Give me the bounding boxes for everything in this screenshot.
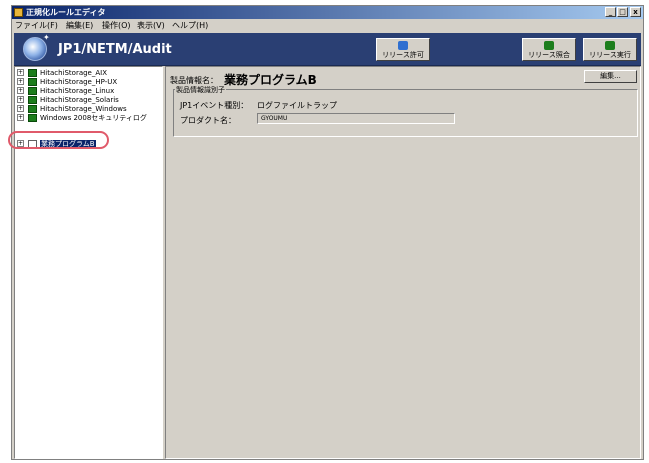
release-permit-icon xyxy=(398,41,408,50)
minimize-button[interactable]: _ xyxy=(605,7,616,17)
expand-icon[interactable]: + xyxy=(17,78,24,85)
header-banner: ✦ JP1/NETM/Audit リリース許可 リリース照合 リリース実行 xyxy=(14,33,641,66)
product-icon xyxy=(28,114,37,122)
expand-icon[interactable]: + xyxy=(17,69,24,76)
selection-highlight xyxy=(8,131,109,149)
expand-icon[interactable]: + xyxy=(17,105,24,112)
title-bar[interactable]: 正規化ルールエディタ _ □ x xyxy=(12,6,643,19)
release-permit-button[interactable]: リリース許可 xyxy=(376,38,430,61)
maximize-button[interactable]: □ xyxy=(617,7,628,17)
expand-icon[interactable]: + xyxy=(17,87,24,94)
close-button[interactable]: x xyxy=(630,7,641,17)
sparkle-icon: ✦ xyxy=(43,33,50,42)
menu-bar: ファイル(F) 編集(E) 操作(O) 表示(V) ヘルプ(H) xyxy=(12,19,643,32)
event-type-value: ログファイルトラップ xyxy=(257,101,337,110)
product-icon xyxy=(28,87,37,95)
edit-button[interactable]: 編集... xyxy=(584,70,637,83)
release-check-button[interactable]: リリース照合 xyxy=(522,38,576,61)
product-name: JP1/NETM/Audit xyxy=(58,42,172,57)
product-icon xyxy=(28,105,37,113)
application-window: 正規化ルールエディタ _ □ x ファイル(F) 編集(E) 操作(O) 表示(… xyxy=(11,5,644,460)
product-icon xyxy=(28,78,37,86)
menu-operation[interactable]: 操作(O) xyxy=(102,19,131,32)
menu-view[interactable]: 表示(V) xyxy=(137,19,165,32)
release-run-button[interactable]: リリース実行 xyxy=(583,38,637,61)
app-icon xyxy=(14,8,23,17)
event-type-label: JP1イベント種別： xyxy=(180,101,249,110)
product-info-value: 業務プログラムB xyxy=(224,73,317,87)
detail-panel: 製品情報名： 業務プログラムB 編集... 製品情報識別子 JP1イベント種別：… xyxy=(165,66,641,459)
expand-icon[interactable]: + xyxy=(17,96,24,103)
product-icon xyxy=(28,96,37,104)
release-run-icon xyxy=(605,41,615,50)
product-tree[interactable]: + HitachiStorage_AIX + HitachiStorage_HP… xyxy=(14,66,163,459)
window-title: 正規化ルールエディタ xyxy=(26,8,106,17)
identifier-group-label: 製品情報識別子 xyxy=(175,85,226,95)
product-name-label: プロダクト名： xyxy=(180,116,236,125)
product-name-field[interactable]: GYOUMU xyxy=(257,113,455,124)
release-check-icon xyxy=(544,41,554,50)
menu-file[interactable]: ファイル(F) xyxy=(15,19,58,32)
product-icon xyxy=(28,69,37,77)
menu-help[interactable]: ヘルプ(H) xyxy=(172,19,208,32)
expand-icon[interactable]: + xyxy=(17,114,24,121)
menu-edit[interactable]: 編集(E) xyxy=(66,19,93,32)
